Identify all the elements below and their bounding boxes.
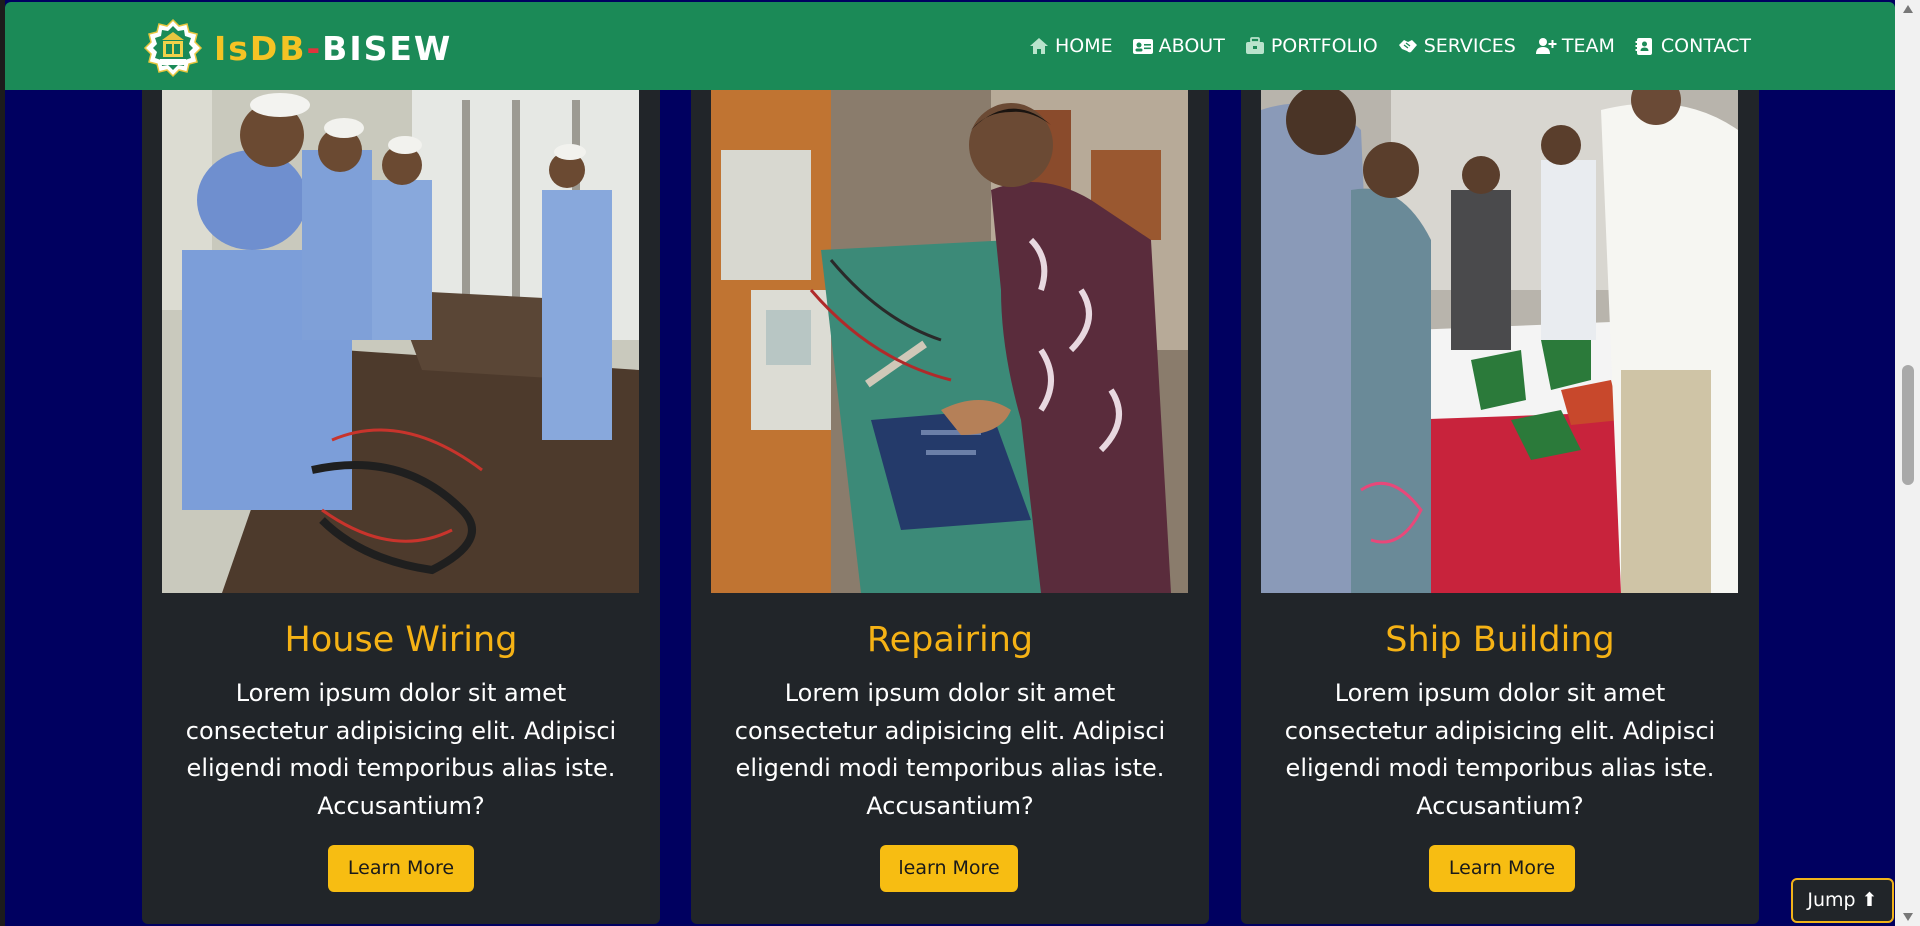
service-card-repairing: Repairing Lorem ipsum dolor sit amet con… [691,90,1209,924]
card-text: Lorem ipsum dolor sit amet consectetur a… [1284,679,1716,820]
contact-card-icon [1635,38,1652,55]
learn-more-button[interactable]: learn More [880,845,1018,892]
nav-contact[interactable]: CONTACT [1634,35,1751,57]
nav-team[interactable]: TEAM [1535,35,1615,57]
nav-home[interactable]: HOME [1028,35,1113,57]
electronics-repair-photo [711,90,1188,593]
nav-services[interactable]: SERVICES [1397,35,1516,57]
students-wiring-photo [162,90,639,593]
brand[interactable]: IsDB-BISEW [142,18,452,78]
scroll-up-arrow-icon[interactable] [1903,5,1913,13]
top-navbar: IsDB-BISEW HOME ABOUT PORTFOLIO SERVICES… [5,2,1895,90]
nav-menu: HOME ABOUT PORTFOLIO SERVICES TEAM CONTA… [1009,2,1751,90]
ship-building-exhibit-photo [1261,90,1738,593]
jump-to-top-button[interactable]: Jump ⬆ [1791,878,1894,923]
page-scrollbar[interactable] [1895,0,1920,926]
scrollbar-thumb[interactable] [1902,365,1914,485]
learn-more-button[interactable]: Learn More [1429,845,1575,892]
handshake-icon [1398,40,1417,53]
card-text: Lorem ipsum dolor sit amet consectetur a… [734,679,1166,820]
card-title: House Wiring [284,620,518,660]
card-text: Lorem ipsum dolor sit amet consectetur a… [185,679,617,820]
id-card-icon [1132,39,1153,54]
nav-about[interactable]: ABOUT [1132,35,1225,57]
isdb-bisew-logo-icon [143,18,203,78]
nav-portfolio[interactable]: PORTFOLIO [1244,35,1378,57]
service-card-house-wiring: House Wiring Lorem ipsum dolor sit amet … [142,90,660,924]
user-plus-icon [1535,38,1557,54]
card-title: Repairing [866,620,1034,660]
service-card-ship-building: Ship Building Lorem ipsum dolor sit amet… [1241,90,1759,924]
card-title: Ship Building [1385,620,1615,660]
briefcase-icon [1245,37,1264,54]
brand-name: IsDB-BISEW [214,28,453,68]
window-border [0,0,5,926]
home-icon [1030,38,1049,54]
learn-more-button[interactable]: Learn More [328,845,474,892]
scroll-down-arrow-icon[interactable] [1903,913,1913,921]
